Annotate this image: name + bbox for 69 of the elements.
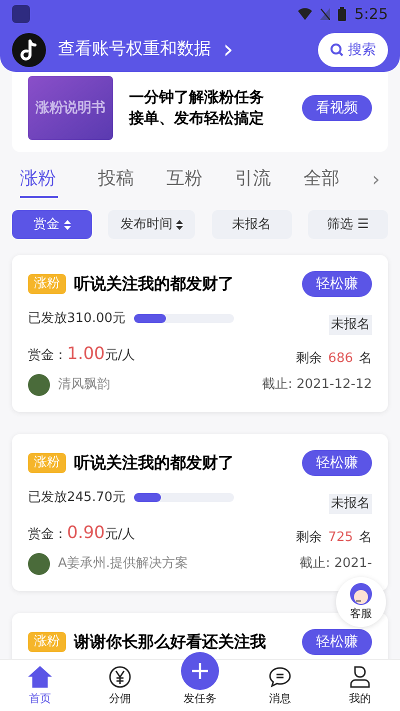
music-note-logo-icon (12, 33, 46, 67)
support-agent-icon (348, 582, 374, 606)
remaining-label: 剩余 (296, 350, 322, 368)
reward-label: 赏金： (28, 526, 67, 544)
thumbnail-title: 涨粉说明书 (36, 98, 106, 118)
task-title: 谢谢你长那么好看还关注我 (74, 631, 267, 653)
paid-amount: 已发放310.00元 (28, 310, 126, 328)
task-tag: 涨粉 (28, 632, 66, 652)
search-button[interactable]: 搜索 (318, 33, 388, 67)
reward-amount: 0.90 (67, 522, 105, 544)
no-signal-icon (320, 8, 330, 20)
user-icon (348, 664, 372, 688)
category-tab[interactable]: 引流 (235, 160, 304, 198)
category-tab[interactable]: 互粉 (166, 160, 235, 198)
avatar (28, 553, 50, 575)
avatar (28, 374, 50, 396)
remaining-unit: 名 (359, 528, 372, 546)
filter-button[interactable]: 发布时间 (108, 210, 196, 239)
reward-unit: 元/人 (104, 526, 136, 544)
task-title: 听说关注我的都发财了 (74, 452, 235, 474)
category-tab[interactable]: 投稿 (98, 160, 166, 198)
author-name: 清风飘韵 (58, 376, 110, 394)
watch-video-button[interactable]: 看视频 (302, 95, 372, 121)
nav-item[interactable]: 我的 (320, 664, 400, 707)
sort-icon (176, 220, 184, 230)
category-tab[interactable]: 涨粉 (20, 160, 58, 198)
task-tag: 涨粉 (28, 453, 66, 473)
remaining-count: 725 (328, 528, 353, 546)
app-notification-icon (12, 5, 30, 23)
status-label: 未报名 (329, 494, 372, 514)
nav-item[interactable]: 分佣 (80, 664, 160, 707)
banner-text: 接单、发布轻松搞定 (129, 108, 265, 129)
paid-amount: 已发放245.70元 (28, 489, 126, 507)
filter-button[interactable]: 赏金 (12, 210, 92, 239)
remaining-unit: 名 (359, 350, 372, 368)
video-thumbnail[interactable]: 涨粉说明书 (28, 76, 113, 140)
banner-text: 一分钟了解涨粉任务 (129, 87, 265, 108)
wifi-icon (298, 8, 312, 20)
earn-button[interactable]: 轻松赚 (302, 629, 372, 655)
category-tab[interactable]: 全部 (304, 160, 372, 198)
nav-item[interactable]: 首页 (0, 664, 80, 707)
account-data-link[interactable]: 查看账号权重和数据 (58, 37, 211, 63)
nav-item[interactable]: 消息 (240, 664, 320, 707)
task-tag: 涨粉 (28, 274, 66, 294)
filter-button[interactable]: 筛选 ☰ (308, 210, 388, 239)
service-label: 客服 (350, 606, 372, 622)
tabs-more-chevron[interactable]: › (372, 164, 380, 194)
chevron-right[interactable]: › (223, 37, 306, 63)
clock: 5:25 (354, 4, 388, 25)
filter-button[interactable]: 未报名 (212, 210, 292, 239)
status-label: 未报名 (329, 315, 372, 334)
search-icon (330, 43, 344, 57)
sort-icon (64, 220, 70, 230)
chat-icon (268, 664, 292, 688)
nav-item[interactable]: 发任务 (160, 690, 240, 707)
deadline: 截止: 2021-12-12 (262, 376, 372, 394)
author-name: A姜承州.提供解决方案 (58, 554, 188, 574)
task-title: 听说关注我的都发财了 (74, 273, 235, 295)
reward-label: 赏金： (28, 346, 67, 364)
reward-amount: 1.00 (67, 342, 105, 366)
reward-unit: 元/人 (104, 346, 136, 364)
earn-button[interactable]: 轻松赚 (302, 271, 372, 297)
battery-icon (338, 7, 346, 21)
home-icon (28, 664, 52, 688)
yen-icon (108, 664, 132, 688)
deadline: 截止: 2021- (300, 555, 372, 574)
earn-button[interactable]: 轻松赚 (302, 450, 372, 476)
remaining-label: 剩余 (296, 528, 322, 546)
remaining-count: 686 (328, 350, 353, 368)
